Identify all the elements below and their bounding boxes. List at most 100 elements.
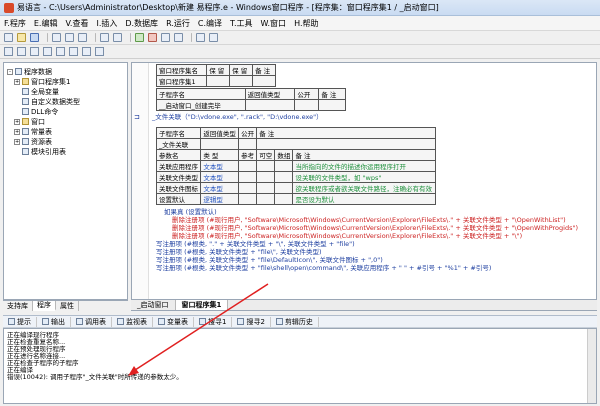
- menu-view[interactable]: V.查看: [61, 18, 92, 29]
- sub-name-cell[interactable]: __启动窗口_创建完毕: [156, 99, 246, 111]
- table-cell[interactable]: [274, 193, 294, 205]
- assembly-name-cell[interactable]: 窗口程序集1: [155, 75, 208, 87]
- bookmark-icon[interactable]: [209, 33, 218, 42]
- table-cell[interactable]: [238, 160, 258, 172]
- param-name-cell[interactable]: 关联文件类型: [155, 171, 202, 183]
- output-panel[interactable]: 正在编译现行程序 正在检查重复名称... 正在预处理现行程序 正在进行名称连接.…: [3, 328, 597, 404]
- code-line[interactable]: 写注册项 (#根类, "." + 关联文件类型 + "\", 关联文件类型 + …: [156, 240, 355, 248]
- tree-item-resources[interactable]: + 资源表: [14, 137, 52, 146]
- tree-item-global-vars[interactable]: 全局变量: [22, 87, 59, 96]
- code-line[interactable]: 写注册项 (#根类, 关联文件类型 + "file\", 关联文件类型): [156, 248, 322, 256]
- menu-run[interactable]: R.运行: [162, 18, 194, 29]
- tab-program[interactable]: 程序: [33, 301, 56, 311]
- collapse-icon[interactable]: -: [7, 68, 13, 75]
- tab-search2[interactable]: 搜寻2: [232, 316, 271, 327]
- table-cell[interactable]: [244, 99, 296, 111]
- tab-search1[interactable]: 搜寻1: [194, 316, 233, 327]
- table-cell[interactable]: [238, 171, 258, 183]
- table-cell[interactable]: [318, 99, 346, 111]
- param-note-cell[interactable]: 欲关联程序或者欲关联文件路径，注确必有有效: [292, 182, 436, 194]
- table-cell[interactable]: [294, 99, 320, 111]
- cut-icon[interactable]: [52, 33, 61, 42]
- code-line-call[interactable]: _文件关联（"D:\vdone.exe", ".rack", "D:\vdone…: [152, 113, 323, 121]
- code-line[interactable]: 如果真 (设置默认): [164, 208, 217, 216]
- table-cell[interactable]: [274, 160, 294, 172]
- tab-output[interactable]: 输出: [37, 316, 71, 327]
- tab-hint[interactable]: 提示: [3, 316, 37, 327]
- expand-icon[interactable]: +: [14, 138, 20, 145]
- tree-item-module-refs[interactable]: 模块引用表: [22, 147, 66, 156]
- tree-item-assembly[interactable]: + 窗口程序集1: [14, 77, 70, 86]
- table-cell[interactable]: [256, 182, 276, 194]
- table-cell[interactable]: [229, 75, 254, 87]
- menu-database[interactable]: D.数据库: [121, 18, 162, 29]
- menu-program[interactable]: F.程序: [0, 18, 30, 29]
- tree-item-dll-commands[interactable]: DLL命令: [22, 107, 58, 116]
- code-line[interactable]: 写注册项 (#根类, 关联文件类型 + "file\shell\open\com…: [156, 264, 491, 272]
- table-cell[interactable]: [238, 193, 258, 205]
- table-cell[interactable]: [256, 193, 276, 205]
- table-cell[interactable]: [206, 75, 231, 87]
- code-editor[interactable]: ⊐ 窗口程序集名 保 留 保 留 备 注 窗口程序集1 子程序名 返回值类型 公…: [131, 62, 597, 300]
- same-width-icon[interactable]: [82, 47, 91, 56]
- open-folder-icon[interactable]: [17, 33, 26, 42]
- tab-window-assembly[interactable]: 窗口程序集1: [175, 300, 229, 310]
- align-left-icon[interactable]: [4, 47, 13, 56]
- code-line[interactable]: 删除注册项 (#现行用户, "Software\Microsoft\Window…: [172, 224, 578, 232]
- menu-tools[interactable]: T.工具: [226, 18, 256, 29]
- table-cell[interactable]: [252, 75, 276, 87]
- param-type-cell[interactable]: 文本型: [200, 160, 240, 172]
- tab-watch-table[interactable]: 监视表: [112, 316, 153, 327]
- tab-support-lib[interactable]: 支持库: [3, 301, 33, 311]
- paste-icon[interactable]: [78, 33, 87, 42]
- save-icon[interactable]: [30, 33, 39, 42]
- align-top-icon[interactable]: [43, 47, 52, 56]
- expand-icon[interactable]: +: [14, 118, 20, 125]
- stop-icon[interactable]: [148, 33, 157, 42]
- table-cell[interactable]: [256, 138, 436, 150]
- param-name-cell[interactable]: 设置默认: [155, 193, 202, 205]
- tab-clip-history[interactable]: 剪辑历史: [271, 316, 319, 327]
- find-icon[interactable]: [196, 33, 205, 42]
- param-type-cell[interactable]: 文本型: [200, 171, 240, 183]
- redo-icon[interactable]: [113, 33, 122, 42]
- table-cell[interactable]: [274, 182, 294, 194]
- align-center-icon[interactable]: [17, 47, 26, 56]
- table-cell[interactable]: [256, 171, 276, 183]
- tree-item-custom-types[interactable]: 自定义数据类型: [22, 97, 80, 106]
- sub-name-cell[interactable]: _文件关联: [155, 138, 202, 150]
- param-note-cell[interactable]: 设关联的文件类型，如 "wps": [292, 171, 436, 183]
- menu-compile[interactable]: C.编译: [194, 18, 226, 29]
- copy-icon[interactable]: [65, 33, 74, 42]
- align-bottom-icon[interactable]: [69, 47, 78, 56]
- menu-window[interactable]: W.窗口: [257, 18, 291, 29]
- param-note-cell[interactable]: 当所指向的文件的描述你运用程序打开: [292, 160, 436, 172]
- tab-properties[interactable]: 属性: [56, 301, 79, 311]
- tab-call-table[interactable]: 调用表: [71, 316, 112, 327]
- menu-insert[interactable]: I.插入: [92, 18, 121, 29]
- step-icon[interactable]: [161, 33, 170, 42]
- tree-item-program-data[interactable]: - 程序数据: [7, 67, 52, 76]
- param-name-cell[interactable]: 关联文件图标: [155, 182, 202, 194]
- table-cell[interactable]: [238, 182, 258, 194]
- tree-item-constants[interactable]: + 常量表: [14, 127, 52, 136]
- table-cell[interactable]: [200, 138, 240, 150]
- code-line[interactable]: 删除注册项 (#现行用户, "Software\Microsoft\Window…: [172, 232, 522, 240]
- param-type-cell[interactable]: 逻辑型: [200, 193, 240, 205]
- output-scrollbar[interactable]: [587, 329, 596, 403]
- align-right-icon[interactable]: [30, 47, 39, 56]
- param-note-cell[interactable]: 是否设为默认: [292, 193, 436, 205]
- param-type-cell[interactable]: 文本型: [200, 182, 240, 194]
- table-cell[interactable]: [238, 138, 258, 150]
- step-over-icon[interactable]: [174, 33, 183, 42]
- table-cell[interactable]: [256, 160, 276, 172]
- run-icon[interactable]: [135, 33, 144, 42]
- code-line[interactable]: 删除注册项 (#现行用户, "Software\Microsoft\Window…: [172, 216, 566, 224]
- expand-icon[interactable]: +: [14, 128, 20, 135]
- tab-startup-window[interactable]: _启动窗口: [131, 300, 176, 310]
- tree-item-windows[interactable]: + 窗口: [14, 117, 45, 126]
- align-middle-icon[interactable]: [56, 47, 65, 56]
- param-name-cell[interactable]: 关联应用程序: [155, 160, 202, 172]
- table-cell[interactable]: [274, 171, 294, 183]
- menu-help[interactable]: H.帮助: [290, 18, 322, 29]
